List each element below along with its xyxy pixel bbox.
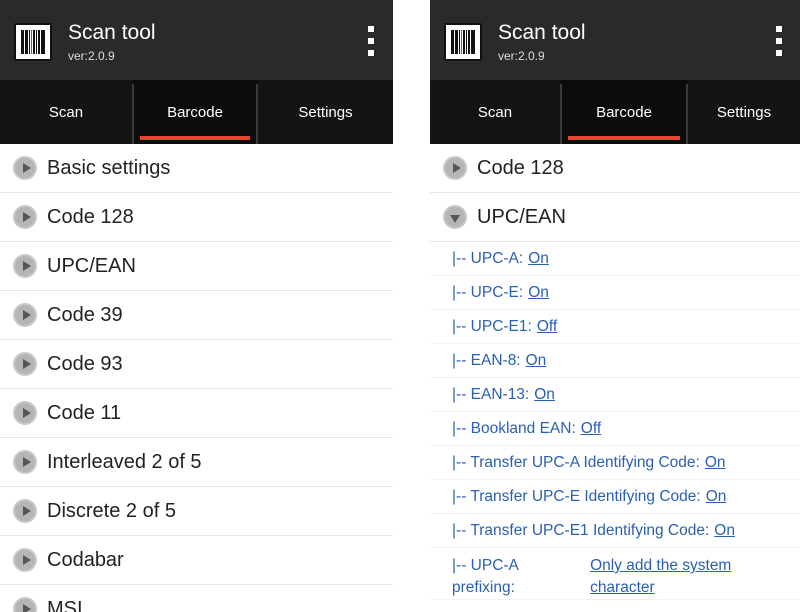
category-label: UPC/EAN [477, 205, 566, 228]
tab-label: Settings [298, 103, 353, 121]
active-tab-indicator [140, 136, 250, 140]
category-code-11[interactable]: Code 11 [0, 389, 393, 438]
tab-bar: Scan Barcode Settings [430, 80, 800, 144]
option-value-link[interactable]: Off [581, 420, 601, 438]
option-value-link[interactable]: Only add the system character [590, 555, 800, 599]
category-label: Interleaved 2 of 5 [47, 450, 202, 473]
category-label: Code 128 [47, 205, 134, 228]
expand-arrow-icon [443, 156, 467, 180]
expand-arrow-icon [13, 254, 37, 278]
category-msi[interactable]: MSI [0, 585, 393, 612]
barcode-category-list: Basic settings Code 128 UPC/EAN Code 39 … [0, 144, 393, 612]
option-upc-e: |-- UPC-E: On [430, 276, 800, 310]
tab-label: Barcode [596, 103, 652, 121]
right-screen: Scan tool ver:2.0.9 Scan Barcode Setting… [430, 0, 800, 612]
app-title: Scan tool [68, 21, 156, 44]
overflow-menu-icon[interactable] [774, 26, 784, 56]
tab-label: Settings [716, 103, 772, 121]
expand-arrow-icon [13, 499, 37, 523]
tab-settings[interactable]: Settings [688, 80, 800, 144]
option-label: |-- UPC-E: [452, 283, 524, 301]
option-upc-a: |-- UPC-A: On [430, 242, 800, 276]
option-label: |-- Transfer UPC-A Identifying Code: [452, 453, 700, 471]
expand-arrow-icon [13, 450, 37, 474]
option-bookland-ean: |-- Bookland EAN: Off [430, 412, 800, 446]
category-label: UPC/EAN [47, 254, 136, 277]
category-label: Codabar [47, 548, 124, 571]
option-upc-e1: |-- UPC-E1: Off [430, 310, 800, 344]
category-code-39[interactable]: Code 39 [0, 291, 393, 340]
category-label: Code 11 [47, 401, 122, 424]
tab-label: Scan [48, 103, 84, 121]
expand-arrow-icon [13, 156, 37, 180]
overflow-menu-icon[interactable] [366, 26, 376, 56]
option-value-link[interactable]: Off [537, 318, 557, 336]
option-transfer-upc-a-id: |-- Transfer UPC-A Identifying Code: On [430, 446, 800, 480]
tab-barcode[interactable]: Barcode [560, 80, 688, 144]
left-screen: Scan tool ver:2.0.9 Scan Barcode Setting… [0, 0, 393, 612]
category-basic-settings[interactable]: Basic settings [0, 144, 393, 193]
category-code-128[interactable]: Code 128 [430, 144, 800, 193]
app-version: ver:2.0.9 [498, 49, 545, 63]
category-label: Code 93 [47, 352, 123, 375]
option-value-link[interactable]: On [705, 454, 726, 472]
expand-arrow-icon [13, 401, 37, 425]
barcode-app-icon [14, 23, 52, 61]
option-value-link[interactable]: On [526, 352, 547, 370]
option-value-link[interactable]: On [714, 522, 735, 540]
tab-barcode[interactable]: Barcode [132, 80, 258, 144]
app-title: Scan tool [498, 21, 586, 44]
expand-arrow-icon [13, 303, 37, 327]
option-transfer-upc-e-id: |-- Transfer UPC-E Identifying Code: On [430, 480, 800, 514]
tab-label: Scan [477, 103, 513, 121]
option-value-link[interactable]: On [528, 284, 549, 302]
tab-scan[interactable]: Scan [430, 80, 560, 144]
app-bar: Scan tool ver:2.0.9 [430, 0, 800, 80]
option-label: |-- Transfer UPC-E Identifying Code: [452, 487, 701, 505]
category-interleaved-2-of-5[interactable]: Interleaved 2 of 5 [0, 438, 393, 487]
category-label: Basic settings [47, 156, 171, 179]
expand-arrow-icon [13, 352, 37, 376]
barcode-app-icon [444, 23, 482, 61]
app-bar: Scan tool ver:2.0.9 [0, 0, 393, 80]
tab-scan[interactable]: Scan [0, 80, 132, 144]
category-label: Code 39 [47, 303, 123, 326]
option-label: |-- UPC-E1: [452, 317, 532, 335]
category-label: MSI [47, 597, 83, 612]
category-upc-ean[interactable]: UPC/EAN [430, 193, 800, 242]
expand-arrow-icon [13, 205, 37, 229]
category-label: Code 128 [477, 156, 564, 179]
option-transfer-upc-e1-id: |-- Transfer UPC-E1 Identifying Code: On [430, 514, 800, 548]
option-label: |-- Transfer UPC-E1 Identifying Code: [452, 521, 710, 539]
barcode-category-list: Code 128 UPC/EAN |-- UPC-A: On |-- UPC-E:… [430, 144, 800, 600]
category-codabar[interactable]: Codabar [0, 536, 393, 585]
option-label: |-- Bookland EAN: [452, 419, 576, 437]
option-ean-13: |-- EAN-13: On [430, 378, 800, 412]
category-code-93[interactable]: Code 93 [0, 340, 393, 389]
tab-settings[interactable]: Settings [258, 80, 393, 144]
option-value-link[interactable]: On [534, 386, 555, 404]
option-label: |-- UPC-A: [452, 249, 524, 267]
option-value-link[interactable]: On [528, 250, 549, 268]
tab-label: Barcode [167, 103, 223, 121]
option-label: |-- EAN-13: [452, 385, 530, 403]
category-label: Discrete 2 of 5 [47, 499, 176, 522]
category-upc-ean[interactable]: UPC/EAN [0, 242, 393, 291]
app-version: ver:2.0.9 [68, 49, 115, 63]
expand-arrow-icon [13, 597, 37, 612]
expand-arrow-icon [13, 548, 37, 572]
option-upc-a-prefixing: |-- UPC-A prefixing: Only add the system … [430, 548, 800, 600]
option-label: |-- EAN-8: [452, 351, 521, 369]
tab-bar: Scan Barcode Settings [0, 80, 393, 144]
category-code-128[interactable]: Code 128 [0, 193, 393, 242]
collapse-arrow-icon [443, 205, 467, 229]
option-label: |-- UPC-A prefixing: [452, 557, 519, 596]
category-discrete-2-of-5[interactable]: Discrete 2 of 5 [0, 487, 393, 536]
active-tab-indicator [568, 136, 680, 140]
option-value-link[interactable]: On [706, 488, 727, 506]
option-ean-8: |-- EAN-8: On [430, 344, 800, 378]
